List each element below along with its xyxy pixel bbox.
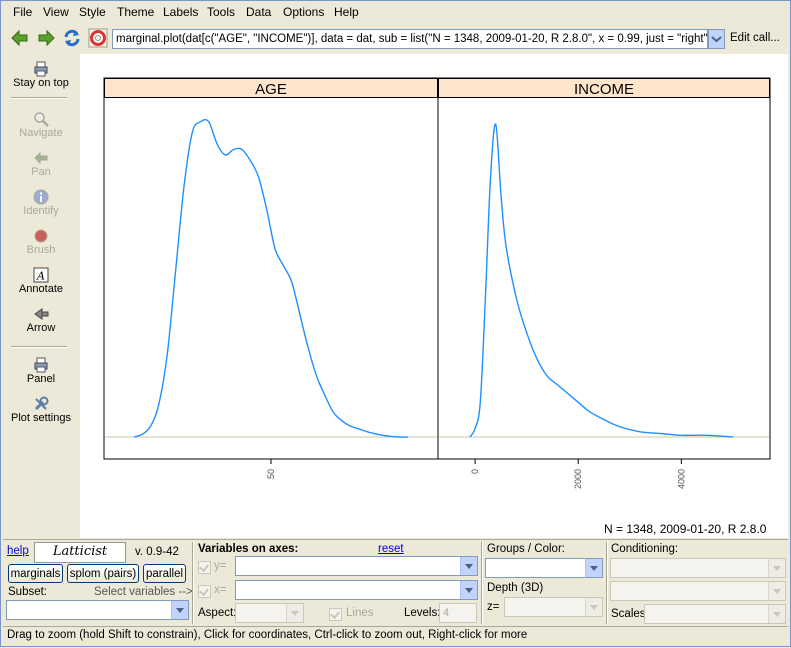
lines-label: Lines [346, 607, 374, 619]
conditioning-combo-1[interactable] [610, 558, 786, 578]
x-tick-label: 0 [470, 469, 480, 474]
version-label: v. 0.9-42 [135, 546, 179, 558]
select-variables-hint: Select variables --> [94, 586, 193, 598]
density-curve-income [469, 123, 733, 438]
depth-label: Depth (3D) [487, 582, 544, 594]
app-window: File View Style Theme Labels Tools Data … [0, 0, 791, 647]
x-variable-combo[interactable] [235, 580, 478, 600]
z-label: z= [487, 601, 500, 613]
divider [3, 539, 788, 540]
levels-spinner[interactable]: 4 [439, 603, 477, 623]
subset-label: Subset: [8, 586, 47, 598]
subset-combo[interactable] [6, 600, 189, 620]
marginals-button[interactable]: marginals [8, 564, 63, 583]
x-checkbox[interactable] [198, 585, 211, 598]
x-tick-label: 2000 [573, 469, 583, 489]
chevron-down-icon [585, 598, 602, 616]
chevron-down-icon [768, 559, 785, 577]
y-variable-combo[interactable] [235, 556, 478, 576]
groups-combo[interactable] [485, 558, 603, 578]
x-tick-label: 50 [266, 469, 276, 479]
aspect-label: Aspect: [198, 607, 237, 619]
aspect-combo[interactable] [235, 603, 304, 623]
y-checkbox[interactable] [198, 561, 211, 574]
reset-link[interactable]: reset [378, 543, 404, 555]
y-label: y= [214, 560, 227, 572]
conditioning-label: Conditioning: [611, 543, 679, 555]
chevron-down-icon [171, 601, 188, 619]
chevron-down-icon [585, 559, 602, 577]
strip-income-label: INCOME [574, 81, 634, 98]
chevron-down-icon [768, 605, 785, 623]
divider [192, 542, 194, 624]
depth-combo[interactable] [504, 597, 603, 617]
status-bar: Drag to zoom (hold Shift to constrain), … [3, 626, 788, 643]
lines-checkbox[interactable] [329, 608, 342, 621]
panel-income-frame [437, 77, 771, 460]
splom-button[interactable]: splom (pairs) [67, 564, 139, 583]
chevron-down-icon [768, 582, 785, 600]
x-label: x= [214, 584, 227, 596]
chevron-down-icon [460, 581, 477, 599]
x-tick-label: 4000 [676, 469, 686, 489]
panel-age-frame [103, 77, 439, 460]
divider [481, 542, 483, 624]
levels-value: 4 [443, 607, 450, 619]
conditioning-combo-2[interactable] [610, 581, 786, 601]
variables-header: Variables on axes: [198, 543, 299, 555]
density-curve-age [133, 118, 408, 438]
chevron-down-icon [286, 604, 303, 622]
parallel-button[interactable]: parallel [143, 564, 186, 583]
help-link[interactable]: help [7, 545, 29, 557]
levels-label: Levels: [404, 607, 441, 619]
chevron-down-icon [460, 557, 477, 575]
groups-label: Groups / Color: [487, 543, 565, 555]
latticist-logo: Latticist [34, 542, 126, 563]
plot-subtitle: N = 1348, 2009-01-20, R 2.8.0 [604, 522, 767, 536]
divider [606, 542, 608, 624]
strip-age-label: AGE [255, 81, 287, 98]
scales-combo[interactable] [644, 604, 786, 624]
